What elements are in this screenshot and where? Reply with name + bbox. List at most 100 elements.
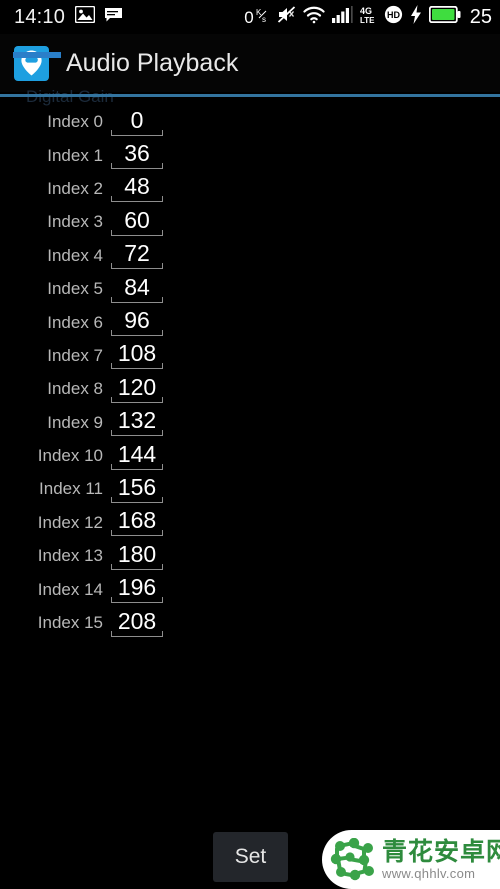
index-value-text: 196 <box>117 574 157 601</box>
list-item: Index 3 60 <box>0 205 500 238</box>
set-button[interactable]: Set <box>213 832 288 882</box>
index-value-text: 120 <box>117 373 157 400</box>
index-label: Index 7 <box>47 345 103 365</box>
index-value-input[interactable]: 108 <box>111 340 163 370</box>
index-value-input[interactable]: 36 <box>111 140 163 170</box>
data-rate-indicator: 0 K s <box>244 8 269 26</box>
app-icon-location-cloud <box>14 45 49 81</box>
svg-text:s: s <box>262 15 266 23</box>
list-item: Index 13 180 <box>0 539 500 572</box>
section-divider <box>0 94 500 97</box>
watermark-url: www.qhhlv.com <box>382 866 476 882</box>
list-item: Index 14 196 <box>0 572 500 605</box>
index-label: Index 15 <box>37 613 103 633</box>
svg-text:HD: HD <box>387 10 400 20</box>
gain-index-list[interactable]: Index 0 0 Index 1 36 Index 2 48 Index 3 60 Index… <box>0 105 500 825</box>
list-item: Index 5 84 <box>0 272 500 305</box>
index-label: Index 6 <box>47 312 103 332</box>
input-underline <box>111 435 163 437</box>
index-value-text: 144 <box>117 440 157 467</box>
index-label: Index 8 <box>47 379 103 399</box>
input-underline <box>111 134 163 136</box>
page-title: Audio Playback <box>66 48 239 77</box>
index-value-text: 0 <box>130 106 144 133</box>
input-underline <box>111 602 163 604</box>
image-icon <box>74 5 96 28</box>
input-underline-tick-right <box>162 129 163 136</box>
index-value-input[interactable]: 180 <box>111 542 163 570</box>
input-underline <box>111 501 163 503</box>
list-item: Index 2 48 <box>0 172 500 205</box>
index-value-input[interactable]: 60 <box>111 208 163 236</box>
phone-screen: 14:10 0 K s 4G LTE HD 25 Audio Playback … <box>0 0 500 889</box>
input-underline <box>111 301 163 303</box>
hd-icon: HD <box>384 5 403 29</box>
action-bar: Audio Playback <box>0 34 500 92</box>
index-value-input[interactable]: 132 <box>111 408 163 437</box>
input-underline-tick-right <box>162 496 163 503</box>
index-value-text: 60 <box>124 206 150 233</box>
index-value-text: 180 <box>117 540 157 567</box>
index-value-input[interactable]: 72 <box>111 241 163 270</box>
input-underline-tick-right <box>162 563 163 570</box>
status-bar: 14:10 0 K s 4G LTE HD 25 <box>0 0 500 34</box>
index-value-text: 96 <box>124 307 150 334</box>
data-rate-unit: K s <box>256 8 270 26</box>
4g-lte-icon: 4G LTE <box>360 6 377 29</box>
battery-percent-label: 25 <box>469 6 492 28</box>
list-item: Index 10 144 <box>0 439 500 472</box>
list-item: Index 11 156 <box>0 472 500 505</box>
index-value-text: 108 <box>117 340 157 367</box>
status-bar-system-icons: 0 K s 4G LTE HD 25 <box>244 5 492 29</box>
list-item: Index 8 120 <box>0 372 500 405</box>
wifi-icon <box>303 6 325 29</box>
index-label: Index 14 <box>37 579 103 599</box>
input-underline <box>111 468 163 470</box>
input-underline <box>111 401 163 403</box>
input-underline-tick-right <box>162 229 163 236</box>
mute-icon <box>277 5 296 29</box>
index-value-input[interactable]: 168 <box>111 507 163 537</box>
index-value-text: 168 <box>117 507 157 534</box>
input-underline-tick-right <box>162 163 163 170</box>
input-underline-tick-right <box>162 463 163 470</box>
status-bar-clock: 14:10 <box>14 6 66 28</box>
input-underline-tick-right <box>162 630 163 637</box>
index-value-text: 48 <box>124 173 150 200</box>
index-value-input[interactable]: 144 <box>111 442 163 470</box>
index-value-input[interactable]: 156 <box>111 475 163 503</box>
watermark-logo-icon <box>330 837 378 882</box>
input-underline-tick-right <box>162 296 163 303</box>
input-underline-tick-right <box>162 363 163 370</box>
index-value-input[interactable]: 120 <box>111 375 163 403</box>
input-underline-tick-right <box>162 330 163 337</box>
index-value-input[interactable]: 196 <box>111 574 163 604</box>
index-value-input[interactable]: 0 <box>111 108 163 136</box>
index-value-input[interactable]: 48 <box>111 173 163 203</box>
watermark-brand: 青花安卓网 <box>382 837 500 866</box>
battery-icon <box>428 5 461 28</box>
input-underline-tick-right <box>162 263 163 270</box>
site-watermark: 青花安卓网 www.qhhlv.com <box>322 830 500 889</box>
index-value-text: 156 <box>117 473 157 500</box>
index-value-input[interactable]: 96 <box>111 307 163 337</box>
index-value-input[interactable]: 208 <box>111 609 163 637</box>
message-icon <box>104 7 123 28</box>
list-item: Index 9 132 <box>0 406 500 439</box>
list-item: Index 1 36 <box>0 138 500 171</box>
svg-text:4G: 4G <box>360 6 372 16</box>
index-label: Index 3 <box>47 212 103 232</box>
index-label: Index 1 <box>47 145 103 165</box>
svg-text:LTE: LTE <box>360 16 375 24</box>
index-label: Index 0 <box>47 112 103 132</box>
input-underline <box>111 168 163 170</box>
index-value-text: 36 <box>124 140 150 167</box>
status-bar-notification-icons <box>74 5 123 28</box>
index-value-input[interactable]: 84 <box>111 275 163 303</box>
index-value-text: 208 <box>117 607 157 634</box>
input-underline <box>111 368 163 370</box>
list-item: Index 7 108 <box>0 339 500 372</box>
index-label: Index 11 <box>39 479 103 499</box>
index-label: Index 12 <box>37 512 103 532</box>
index-value-text: 84 <box>124 273 150 300</box>
